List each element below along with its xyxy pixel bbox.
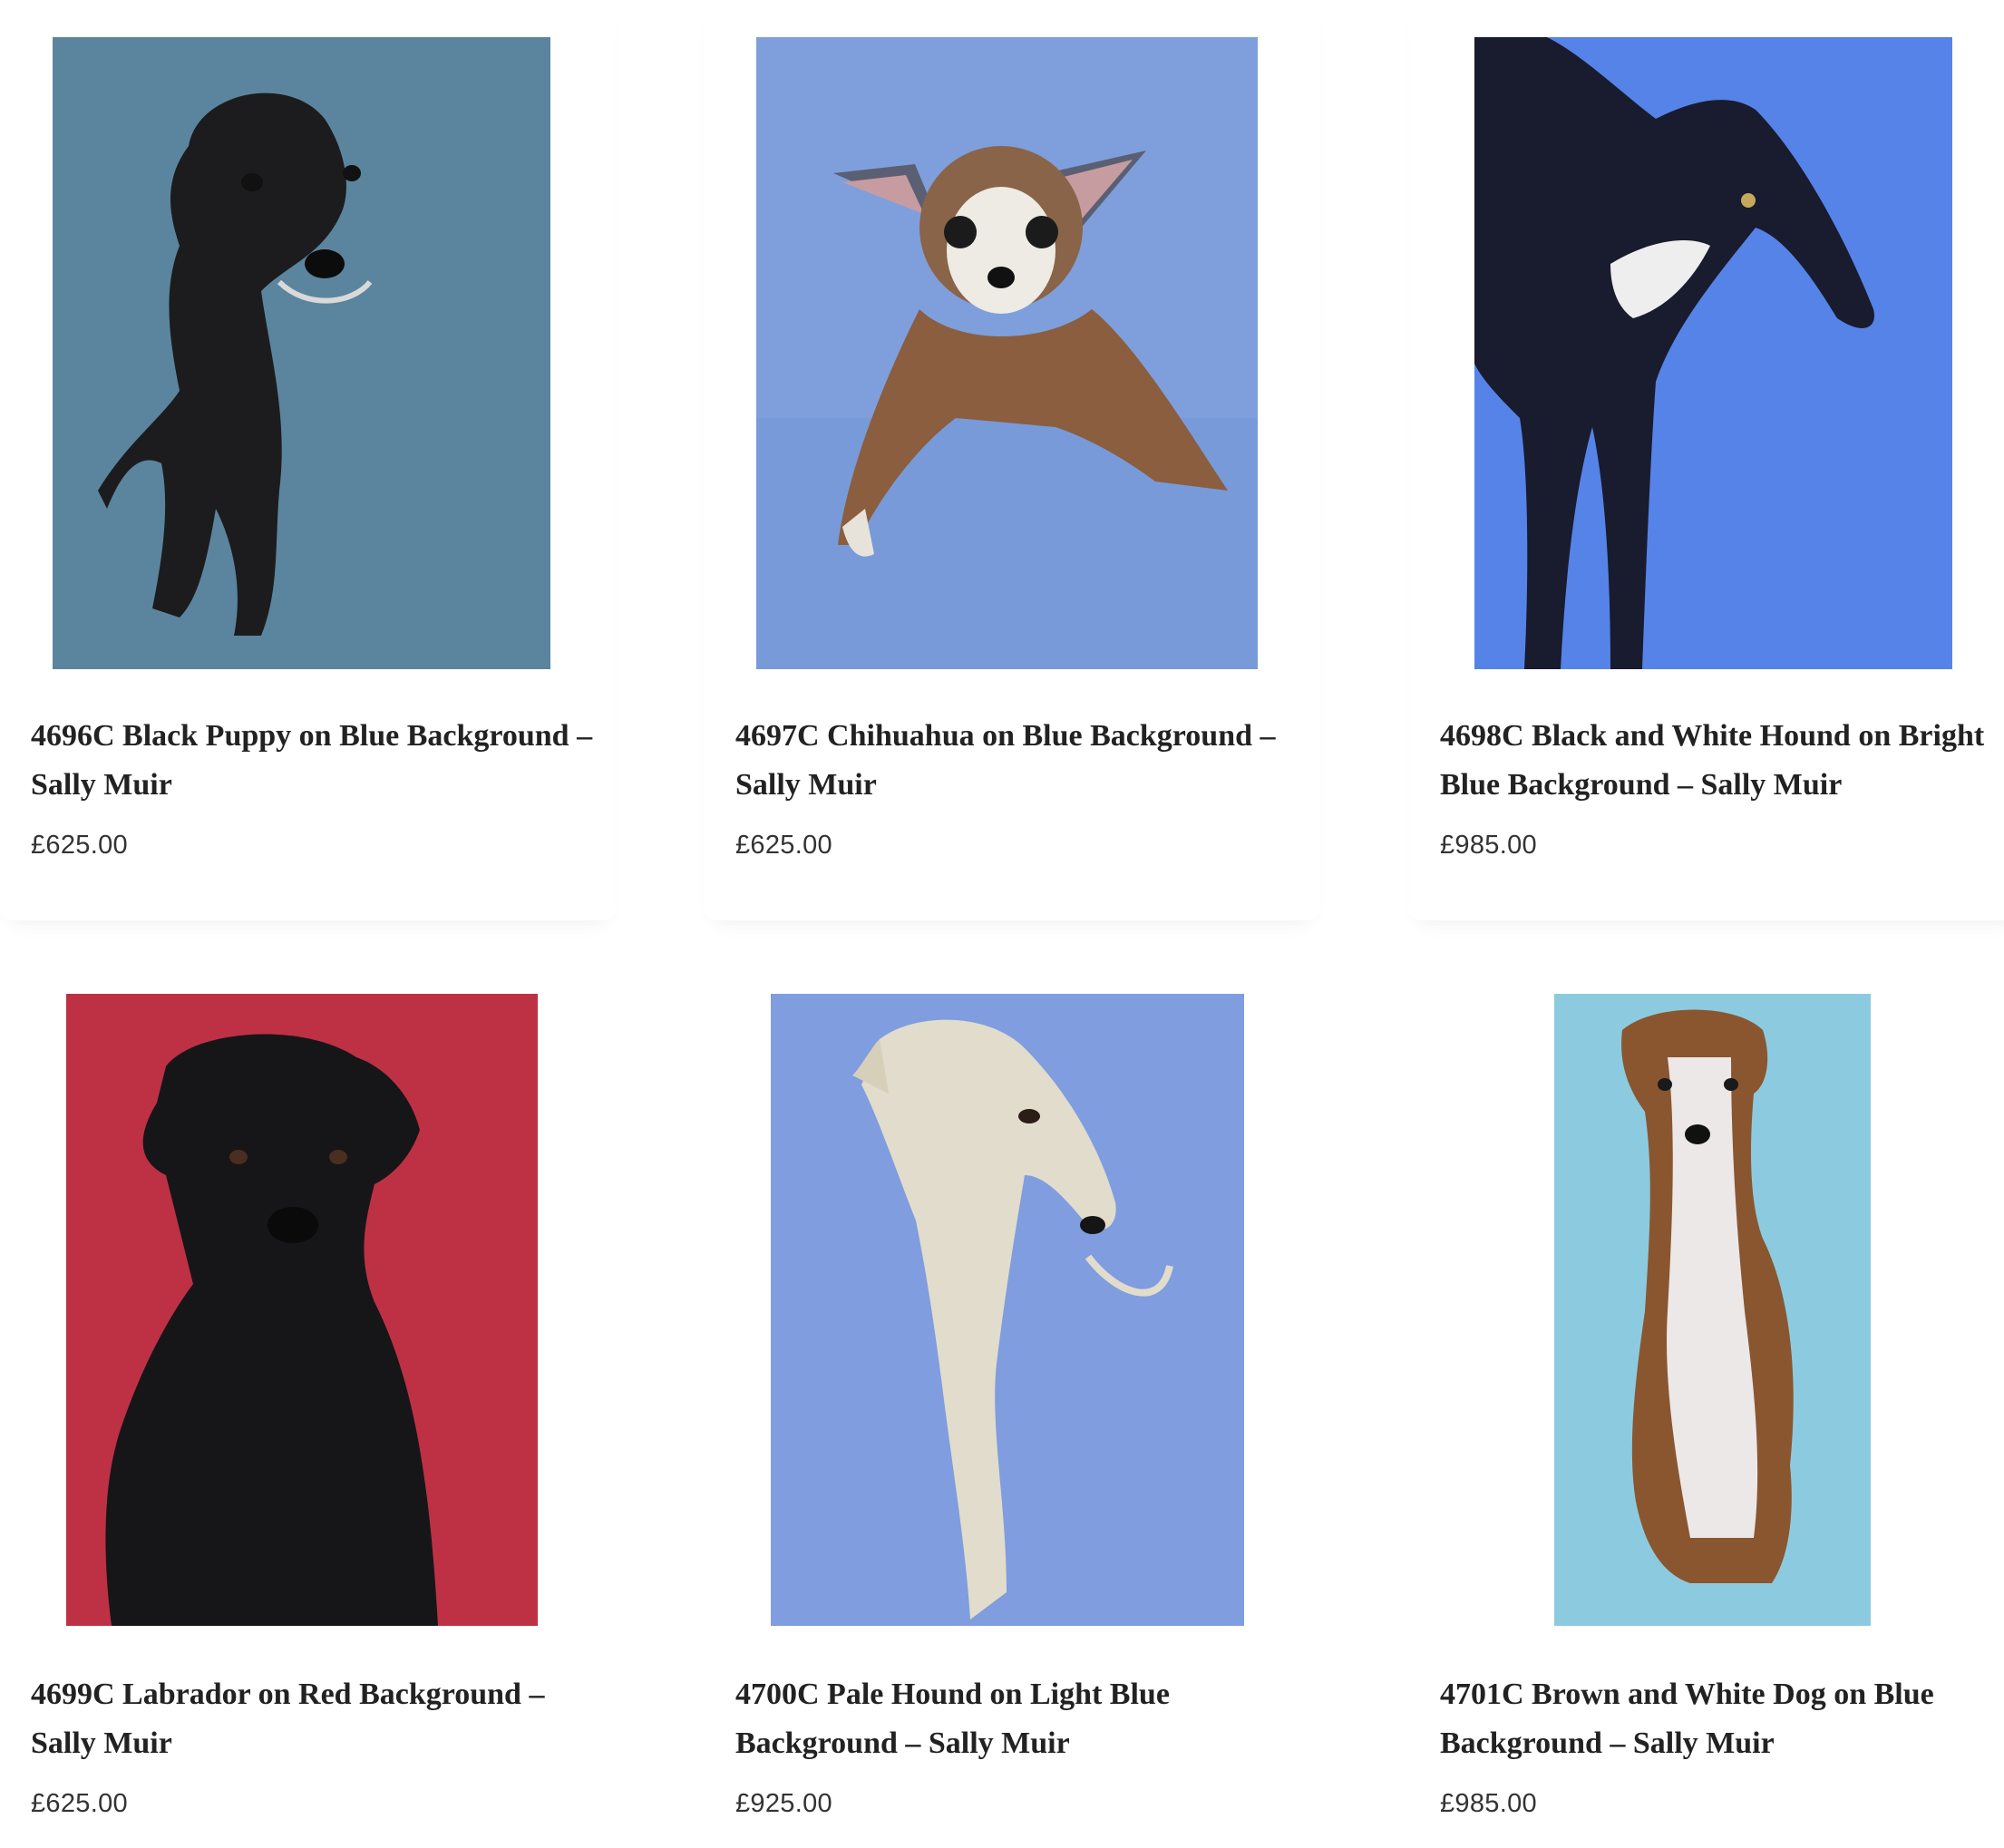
product-title[interactable]: 4699C Labrador on Red Background – Sally…: [31, 1670, 611, 1768]
product-price: £985.00: [1440, 831, 1537, 860]
labrador-painting[interactable]: [66, 994, 538, 1626]
black-puppy-painting[interactable]: [53, 37, 550, 669]
product-title[interactable]: 4701C Brown and White Dog on Blue Backgr…: [1440, 1670, 2004, 1768]
product-price: £985.00: [1440, 1789, 1537, 1818]
product-card[interactable]: 4701C Brown and White Dog on Blue Backgr…: [1409, 957, 2004, 1848]
product-price: £625.00: [31, 1789, 128, 1818]
product-price: £625.00: [735, 831, 832, 860]
product-card[interactable]: 4700C Pale Hound on Light Blue Backgroun…: [705, 957, 1319, 1848]
pale-hound-painting[interactable]: [771, 994, 1244, 1626]
product-price: £625.00: [31, 831, 128, 860]
brown-white-dog-painting[interactable]: [1554, 994, 1871, 1626]
product-title[interactable]: 4696C Black Puppy on Blue Background – S…: [31, 712, 611, 810]
product-title[interactable]: 4697C Chihuahua on Blue Background – Sal…: [735, 712, 1316, 810]
product-card[interactable]: 4699C Labrador on Red Background – Sally…: [0, 957, 615, 1848]
product-grid: 4696C Black Puppy on Blue Background – S…: [0, 0, 2004, 1848]
chihuahua-painting[interactable]: [756, 37, 1258, 669]
product-card[interactable]: 4696C Black Puppy on Blue Background – S…: [0, 0, 615, 920]
product-card[interactable]: 4697C Chihuahua on Blue Background – Sal…: [705, 0, 1319, 920]
black-white-hound-painting[interactable]: [1474, 37, 1952, 669]
product-price: £925.00: [735, 1789, 832, 1818]
product-title[interactable]: 4698C Black and White Hound on Bright Bl…: [1440, 712, 2004, 810]
product-title[interactable]: 4700C Pale Hound on Light Blue Backgroun…: [735, 1670, 1316, 1768]
product-card[interactable]: 4698C Black and White Hound on Bright Bl…: [1409, 0, 2004, 920]
